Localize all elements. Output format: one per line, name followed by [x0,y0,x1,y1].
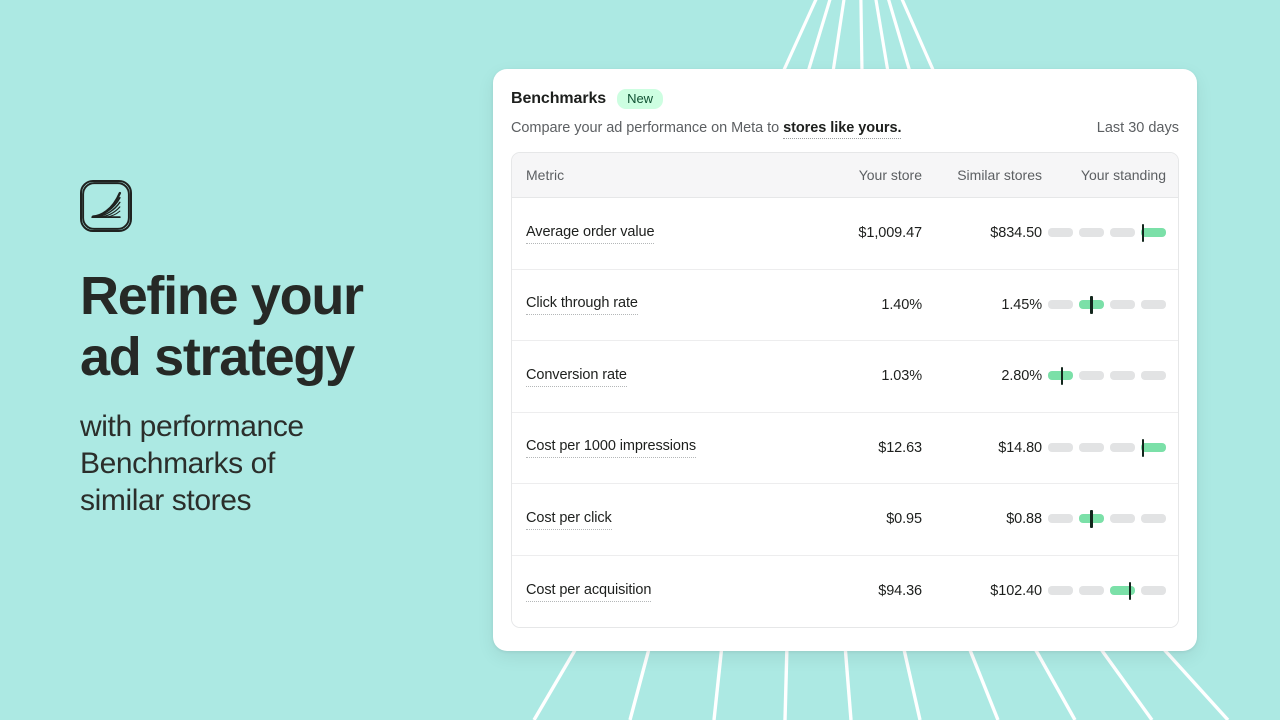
metric-cell: Average order value [512,223,802,244]
your-standing-cell [1042,510,1178,529]
subline-line-2: Benchmarks of [80,447,275,480]
your-standing-cell [1042,582,1178,601]
table-row: Cost per acquisition $94.36 $102.40 [512,555,1178,627]
your-store-value: $1,009.47 [858,225,922,242]
metric-cell: Cost per click [512,509,802,530]
card-description: Compare your ad performance on Meta to s… [511,120,902,139]
standing-meter [1048,367,1166,386]
table-body: Average order value $1,009.47 $834.50 Click… [512,198,1178,627]
similar-stores-value: $834.50 [990,225,1042,242]
standing-segment-1 [1048,586,1073,596]
standing-segment-4 [1141,228,1166,238]
your-standing-cell [1042,438,1178,457]
benchmarks-table: Metric Your store Similar stores Your st… [511,152,1179,628]
standing-meter [1048,438,1166,457]
table-row: Cost per 1000 impressions $12.63 $14.80 [512,412,1178,484]
standing-segment-4 [1141,514,1166,524]
standing-segment-4 [1141,586,1166,596]
table-row: Average order value $1,009.47 $834.50 [512,198,1178,270]
headline-line-2: ad strategy [80,327,355,387]
column-header-similar-stores: Similar stores [957,167,1042,183]
standing-marker [1090,295,1093,314]
standing-marker [1060,367,1063,386]
metric-cell: Cost per 1000 impressions [512,437,802,459]
standing-meter [1048,582,1166,601]
standing-segment-2 [1079,228,1104,238]
page-title: Refine your ad strategy [80,266,460,388]
metric-label[interactable]: Cost per click [526,510,612,530]
similar-stores-value: $0.88 [1006,511,1042,528]
your-standing-cell [1042,295,1178,314]
standing-segment-2 [1079,586,1104,596]
card-description-text: Compare your ad performance on Meta to [511,120,784,136]
standing-segment-4 [1141,442,1166,452]
shopify-swoosh-icon [80,180,132,232]
table-row: Conversion rate 1.03% 2.80% [512,341,1178,413]
standing-segment-3 [1110,514,1135,524]
your-store-value: 1.40% [881,296,922,313]
standing-segment-4 [1141,371,1166,381]
background-rays-bottom [0,645,1280,720]
metric-label[interactable]: Cost per 1000 impressions [526,438,696,459]
standing-segment-1 [1048,514,1073,524]
table-row: Cost per click $0.95 $0.88 [512,484,1178,556]
table-row: Click through rate 1.40% 1.45% [512,269,1178,341]
standing-segment-3 [1110,299,1135,309]
metric-cell: Conversion rate [512,366,802,387]
standing-segment-1 [1048,442,1073,452]
your-store-value: 1.03% [881,368,922,385]
your-store-value: $0.95 [886,511,922,528]
metric-label[interactable]: Average order value [526,224,655,244]
standing-meter [1048,510,1166,529]
similar-stores-value: $102.40 [990,583,1042,600]
standing-marker [1128,582,1132,601]
standing-segment-3 [1110,586,1135,596]
standing-marker [1141,224,1145,243]
standing-segment-2 [1079,442,1104,452]
your-store-value: $94.36 [878,583,922,600]
your-standing-cell [1042,367,1178,386]
page-subtitle: with performance Benchmarks of similar s… [80,408,460,519]
metric-label[interactable]: Cost per acquisition [526,582,651,602]
card-header: Benchmarks New [511,89,1179,109]
status-badge: New [617,89,664,109]
promo-column: Refine your ad strategy with performance… [80,180,460,519]
rays-top-svg [781,0,936,72]
column-header-your-standing: Your standing [1080,167,1166,183]
card-subheader: Compare your ad performance on Meta to s… [511,120,1179,139]
date-range-label: Last 30 days [1096,120,1179,136]
card-title: Benchmarks [511,90,607,107]
subline-line-3: similar stores [80,484,252,517]
standing-segment-1 [1048,299,1073,309]
standing-segment-3 [1110,371,1135,381]
similar-stores-value: $14.80 [998,439,1042,456]
metric-label[interactable]: Conversion rate [526,367,627,387]
standing-marker [1141,438,1145,457]
column-header-metric: Metric [526,167,565,183]
metric-cell: Click through rate [512,294,802,316]
standing-segment-1 [1048,228,1073,238]
standing-segment-3 [1110,442,1135,452]
standing-segment-2 [1079,371,1104,381]
your-store-value: $12.63 [878,439,922,456]
standing-meter [1048,295,1166,314]
similar-stores-value: 2.80% [1001,368,1042,385]
standing-meter [1048,224,1166,243]
standing-segment-3 [1110,228,1135,238]
subline-line-1: with performance [80,410,304,443]
standing-segment-4 [1141,299,1166,309]
similar-stores-value: 1.45% [1001,296,1042,313]
rays-bottom-svg [532,645,1230,720]
background-rays-top [0,0,1280,72]
headline-line-1: Refine your [80,266,364,326]
similar-stores-link[interactable]: stores like yours. [783,120,902,139]
your-standing-cell [1042,224,1178,243]
column-header-your-store: Your store [858,167,922,183]
metric-label[interactable]: Click through rate [526,295,638,316]
standing-marker [1090,510,1093,529]
table-header-row: Metric Your store Similar stores Your st… [512,153,1178,198]
benchmarks-card: Benchmarks New Compare your ad performan… [493,69,1197,651]
metric-cell: Cost per acquisition [512,581,802,602]
